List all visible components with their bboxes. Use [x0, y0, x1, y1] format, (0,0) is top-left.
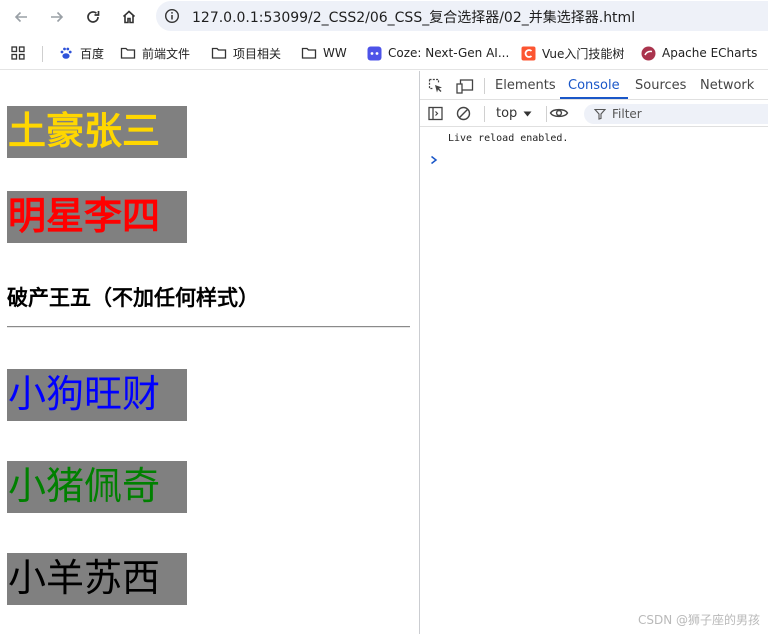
tab-elements[interactable]: Elements — [495, 78, 556, 93]
tab-sources[interactable]: Sources — [635, 78, 686, 93]
browser-toolbar: 127.0.0.1:53099/2_CSS2/06_CSS_复合选择器/02_并… — [0, 0, 768, 34]
folder-icon — [301, 45, 317, 61]
context-selector[interactable]: top — [496, 106, 532, 121]
console-toolbar: top Filter — [420, 101, 768, 127]
toolbar-divider — [484, 106, 485, 122]
item-box-tuhao: 土豪张三 — [7, 106, 187, 158]
item-text-xiaozhu: 小猪佩奇 — [8, 464, 161, 508]
toolbar-divider — [546, 106, 547, 122]
reload-button[interactable] — [80, 4, 106, 30]
clear-console-button[interactable] — [456, 106, 471, 121]
address-bar[interactable]: 127.0.0.1:53099/2_CSS2/06_CSS_复合选择器/02_并… — [156, 1, 768, 31]
console-prompt[interactable] — [430, 154, 438, 169]
horizontal-rule — [7, 326, 410, 328]
item-text-tuhao: 土豪张三 — [8, 109, 161, 153]
show-sidebar-button[interactable] — [428, 106, 443, 121]
inspect-element-button[interactable] — [428, 78, 444, 94]
sidebar-toggle-icon — [428, 106, 443, 121]
filter-input[interactable]: Filter — [584, 104, 768, 124]
home-button[interactable] — [116, 4, 142, 30]
bookmark-frontend-files[interactable]: 前端文件 — [120, 44, 190, 62]
bookmark-project[interactable]: 项目相关 — [211, 44, 281, 62]
item-box-xiaoyang: 小羊苏西 — [7, 553, 187, 605]
prompt-chevron-icon — [431, 155, 438, 165]
folder-icon — [211, 45, 227, 61]
inspect-cursor-icon — [428, 78, 442, 93]
csdn-icon — [520, 45, 536, 61]
context-value: top — [496, 106, 518, 121]
tab-console[interactable]: Console — [568, 78, 620, 93]
devtools-tabbar: Elements Console Sources Network — [420, 71, 768, 100]
home-icon — [122, 10, 136, 24]
bookmark-coze[interactable]: Coze: Next-Gen AI... — [366, 44, 509, 62]
reload-icon — [87, 11, 100, 23]
clear-ban-icon — [456, 106, 471, 121]
baidu-paw-icon — [58, 45, 74, 61]
back-button[interactable] — [8, 4, 34, 30]
bookmarks-bar: 百度 前端文件 项目相关 WW Coze: Next-Gen AI... Vue… — [0, 36, 768, 70]
echarts-icon — [640, 45, 656, 61]
item-text-mingxing: 明星李四 — [8, 194, 161, 238]
arrow-left-icon — [14, 11, 27, 23]
eye-icon — [549, 108, 569, 118]
filter-funnel-icon — [594, 108, 606, 120]
item-text-xiaogou: 小狗旺财 — [8, 372, 161, 416]
page-viewport: 土豪张三 明星李四 破产王五（不加任何样式） 小狗旺财 小猪佩奇 小羊苏西 — [0, 71, 418, 634]
console-log-message: Live reload enabled. — [448, 133, 569, 144]
devtools-panel: Elements Console Sources Network top Fil… — [419, 71, 768, 634]
filter-placeholder: Filter — [612, 107, 642, 121]
bookmark-ww[interactable]: WW — [301, 44, 347, 62]
bookmark-echarts[interactable]: Apache ECharts — [640, 44, 757, 62]
apps-button[interactable] — [10, 44, 26, 62]
watermark: CSDN @狮子座的男孩 — [637, 613, 760, 627]
bookmark-baidu[interactable]: 百度 — [58, 44, 104, 62]
device-mode-icon — [456, 79, 474, 94]
arrow-right-icon — [51, 11, 64, 23]
item-box-mingxing: 明星李四 — [7, 191, 187, 243]
caret-down-icon — [523, 111, 532, 116]
plain-heading: 破产王五（不加任何样式） — [7, 286, 259, 310]
tabbar-divider — [484, 78, 485, 94]
item-text-xiaoyang: 小羊苏西 — [8, 556, 161, 600]
site-info-icon[interactable] — [164, 8, 180, 24]
bookmark-vue[interactable]: Vue入门技能树 — [520, 44, 624, 62]
active-tab-indicator — [560, 97, 628, 99]
apps-grid-icon — [11, 46, 25, 60]
bookmarks-divider — [42, 46, 43, 62]
tab-network[interactable]: Network — [700, 78, 754, 93]
live-expression-button[interactable] — [549, 106, 569, 120]
folder-icon — [120, 45, 136, 61]
coze-icon — [366, 45, 382, 61]
device-toolbar-button[interactable] — [456, 78, 474, 94]
forward-button[interactable] — [44, 4, 70, 30]
address-url[interactable]: 127.0.0.1:53099/2_CSS2/06_CSS_复合选择器/02_并… — [192, 7, 635, 27]
item-box-xiaozhu: 小猪佩奇 — [7, 461, 187, 513]
item-box-xiaogou: 小狗旺财 — [7, 369, 187, 421]
